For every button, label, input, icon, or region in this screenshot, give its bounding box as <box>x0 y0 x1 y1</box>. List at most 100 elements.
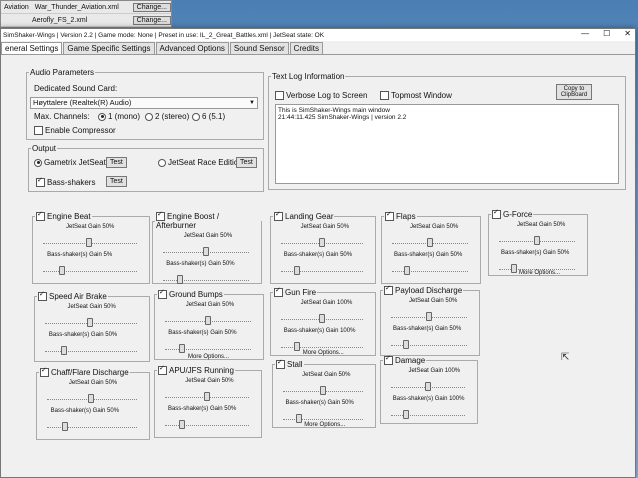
minimize-icon[interactable]: — <box>581 29 589 38</box>
output-legend: Output <box>32 144 57 153</box>
tab-sound-sensor[interactable]: Sound Sensor <box>229 42 289 54</box>
bass-gain-slider[interactable] <box>511 264 517 274</box>
tab-advanced-options[interactable]: Advanced Options <box>155 42 229 54</box>
checkbox-icon <box>380 91 389 101</box>
tab-general-settings[interactable]: eneral Settings <box>1 42 63 54</box>
window-title: SimShaker-Wings | Version 2.2 | Game mod… <box>3 31 325 39</box>
jetseat-gain-label: JetSeat Gain 50% <box>66 224 115 231</box>
jetseat-gain-slider[interactable] <box>88 394 95 404</box>
effect-checkbox[interactable]: G-Force <box>491 208 533 220</box>
effect-group-speed-air-brake: Speed Air Brake JetSeat Gain 50% Bass-shak… <box>34 290 150 362</box>
jetseat-race-test-button[interactable]: Test <box>236 157 257 168</box>
jetseat-race-label: JetSeat Race Edition <box>168 158 243 167</box>
jetseat-gain-slider[interactable] <box>318 238 325 248</box>
jetseat-gain-label: JetSeat Gain 50% <box>300 224 350 231</box>
bass-gain-slider[interactable] <box>62 422 69 432</box>
bass-gain-slider[interactable] <box>58 266 65 276</box>
more-options-link[interactable]: More Options... <box>188 354 229 360</box>
mouse-cursor-icon: ⇱ <box>561 352 570 363</box>
change-button[interactable]: Change... <box>132 15 171 25</box>
effect-checkbox[interactable]: Chaff/Flare Discharge <box>39 366 130 378</box>
channel-mono-radio[interactable]: 1 (mono) <box>98 112 140 121</box>
effect-checkbox[interactable]: APU/JFS Running <box>157 364 235 376</box>
jetseat-gain-slider[interactable] <box>425 382 432 392</box>
bass-gain-label: Bass-shaker(s) Gain 50% <box>393 326 462 333</box>
jetseat-gain-slider[interactable] <box>204 316 211 326</box>
bass-shakers-checkbox[interactable]: Bass-shakers <box>36 176 95 188</box>
effect-title: Payload Discharge <box>395 286 463 295</box>
jetseat-gain-label: JetSeat Gain 100% <box>300 300 353 307</box>
sound-card-select[interactable]: Høyttalere (Realtek(R) Audio) ▼ <box>30 97 258 109</box>
jetseat-gain-label: JetSeat Gain 50% <box>68 380 118 387</box>
verbose-label: Verbose Log to Screen <box>286 91 368 100</box>
gametrix-radio[interactable]: Gametrix JetSeat <box>34 158 106 167</box>
bass-gain-slider[interactable] <box>177 275 184 285</box>
change-button[interactable]: Change... <box>132 2 171 12</box>
bass-gain-label: Bass-shaker(s) Gain 50% <box>285 400 354 407</box>
effect-checkbox[interactable]: Gun Fire <box>273 286 317 298</box>
bass-gain-slider[interactable] <box>179 344 186 354</box>
checkbox-checked-icon <box>36 176 45 188</box>
gametrix-test-button[interactable]: Test <box>106 157 127 168</box>
bass-gain-slider[interactable] <box>295 414 302 424</box>
bass-gain-slider[interactable] <box>403 340 409 350</box>
bass-gain-slider[interactable] <box>402 410 409 420</box>
jetseat-gain-slider[interactable] <box>427 238 433 248</box>
jetseat-race-radio[interactable]: JetSeat Race Edition <box>158 158 243 167</box>
compressor-checkbox[interactable]: Enable Compressor <box>34 126 116 136</box>
jetseat-gain-label: JetSeat Gain 50% <box>409 298 458 305</box>
maximize-icon[interactable]: ☐ <box>603 29 610 38</box>
more-options-link[interactable]: More Options... <box>304 422 345 428</box>
jetseat-gain-slider[interactable] <box>203 392 210 402</box>
effect-checkbox[interactable]: Damage <box>383 354 426 366</box>
more-options-link[interactable]: More Options... <box>303 350 344 356</box>
bass-gain-slider[interactable] <box>60 346 67 356</box>
copy-clipboard-button[interactable]: Copy to ClipBoard <box>556 84 592 100</box>
effect-checkbox[interactable]: Landing Gear <box>273 210 334 222</box>
channels-label: Max. Channels: <box>34 112 90 121</box>
jetseat-gain-slider[interactable] <box>426 312 432 322</box>
effect-title: Flaps <box>396 212 416 221</box>
jetseat-gain-slider[interactable] <box>202 247 209 257</box>
bass-gain-slider[interactable] <box>294 342 301 352</box>
effect-checkbox[interactable]: Payload Discharge <box>383 284 463 296</box>
bass-gain-slider[interactable] <box>294 266 301 276</box>
jetseat-gain-label: JetSeat Gain 50% <box>410 224 459 231</box>
effect-checkbox[interactable]: Engine Boost / Afterburner <box>155 210 261 230</box>
bass-gain-slider[interactable] <box>404 266 410 276</box>
effect-group-payload-discharge: Payload Discharge JetSeat Gain 50% Bass-sh… <box>380 284 480 356</box>
jetseat-gain-slider[interactable] <box>534 236 540 246</box>
tab-game-specific-settings[interactable]: Game Specific Settings <box>63 42 155 54</box>
channel-stereo-radio[interactable]: 2 (stereo) <box>145 112 189 121</box>
jetseat-gain-slider[interactable] <box>87 318 94 328</box>
topmost-checkbox[interactable]: Topmost Window <box>380 91 452 101</box>
effect-group-damage: Damage JetSeat Gain 100% Bass-shaker(s) Ga… <box>380 354 478 424</box>
effect-checkbox[interactable]: Engine Beat <box>35 210 92 222</box>
checkbox-checked-icon <box>36 210 45 222</box>
effect-title: Landing Gear <box>285 212 334 221</box>
checkbox-checked-icon <box>158 288 167 300</box>
checkbox-checked-icon <box>385 210 394 222</box>
effect-checkbox[interactable]: Ground Bumps <box>157 288 224 300</box>
effect-group-ground-bumps: Ground Bumps JetSeat Gain 50% Bass-shaker(… <box>154 288 264 360</box>
checkbox-checked-icon <box>384 284 393 296</box>
channel-51-radio[interactable]: 6 (5.1) <box>192 112 225 121</box>
effect-checkbox[interactable]: Speed Air Brake <box>37 290 108 302</box>
log-textbox[interactable]: This is SimShaker-Wings main window 21:4… <box>275 104 619 184</box>
effect-checkbox[interactable]: Flaps <box>384 210 417 222</box>
jetseat-gain-slider[interactable] <box>86 238 93 248</box>
bass-gain-slider[interactable] <box>178 420 185 430</box>
verbose-checkbox[interactable]: Verbose Log to Screen <box>275 91 368 101</box>
channel-stereo-label: 2 (stereo) <box>155 112 190 121</box>
effect-checkbox[interactable]: Stall <box>275 358 304 370</box>
jetseat-gain-slider[interactable] <box>318 314 325 324</box>
tab-credits[interactable]: Credits <box>289 42 323 54</box>
radio-selected-icon <box>98 112 106 121</box>
bass-gain-label: Bass-shaker(s) Gain 100% <box>392 396 465 403</box>
effect-group-chaff-flare-discharge: Chaff/Flare Discharge JetSeat Gain 50% Bas… <box>36 366 150 440</box>
bass-gain-label: Bass-shaker(s) Gain 50% <box>394 252 463 259</box>
bass-shakers-test-button[interactable]: Test <box>106 176 127 187</box>
more-options-link[interactable]: More Options... <box>519 270 560 276</box>
jetseat-gain-slider[interactable] <box>319 386 326 396</box>
close-icon[interactable]: ✕ <box>624 29 631 38</box>
